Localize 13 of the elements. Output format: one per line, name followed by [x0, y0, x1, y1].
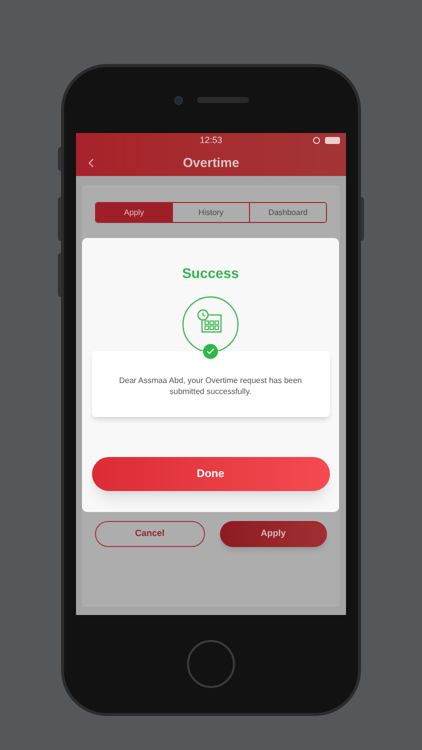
camera-icon: [174, 96, 182, 104]
tab[interactable]: Apply: [96, 203, 172, 222]
cancel-button[interactable]: Cancel: [95, 521, 204, 547]
status-time: 12:53: [200, 134, 222, 148]
battery-icon: [325, 137, 340, 144]
apply-button[interactable]: Apply: [220, 521, 327, 547]
header-title: Overtime: [182, 154, 240, 172]
tab[interactable]: Dashboard: [249, 203, 326, 222]
speaker-grille: [196, 97, 248, 103]
done-button[interactable]: Done: [92, 457, 330, 491]
dialog-title: Success: [182, 264, 239, 283]
rotation-lock-icon: [313, 137, 320, 144]
success-message: Dear Assmaa Abd, your Overtime request has been submitted successfully.: [118, 375, 303, 397]
